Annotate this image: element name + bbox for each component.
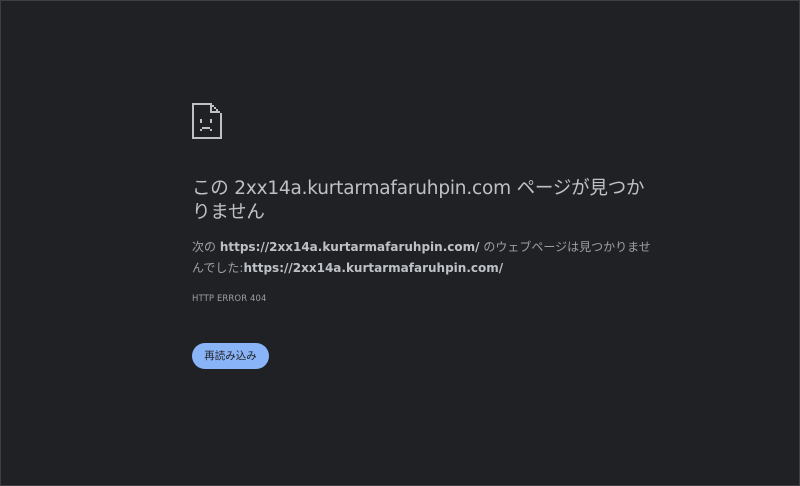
sad-document-icon [192, 103, 222, 139]
error-headline: この 2xx14a.kurtarmafaruhpin.com ページが見つかりま… [192, 178, 645, 223]
error-url: https://2xx14a.kurtarmafaruhpin.com/ [219, 240, 480, 254]
error-content: この 2xx14a.kurtarmafaruhpin.com ページが見つかりま… [192, 103, 662, 306]
error-code: HTTP ERROR 404 [192, 294, 267, 304]
description-prefix: 次の [192, 240, 220, 254]
error-url-repeat: https://2xx14a.kurtarmafaruhpin.com/ [243, 261, 504, 275]
reload-button[interactable]: 再読み込み [192, 343, 269, 369]
error-description: 次の https://2xx14a.kurtarmafaruhpin.com/ … [192, 237, 662, 279]
